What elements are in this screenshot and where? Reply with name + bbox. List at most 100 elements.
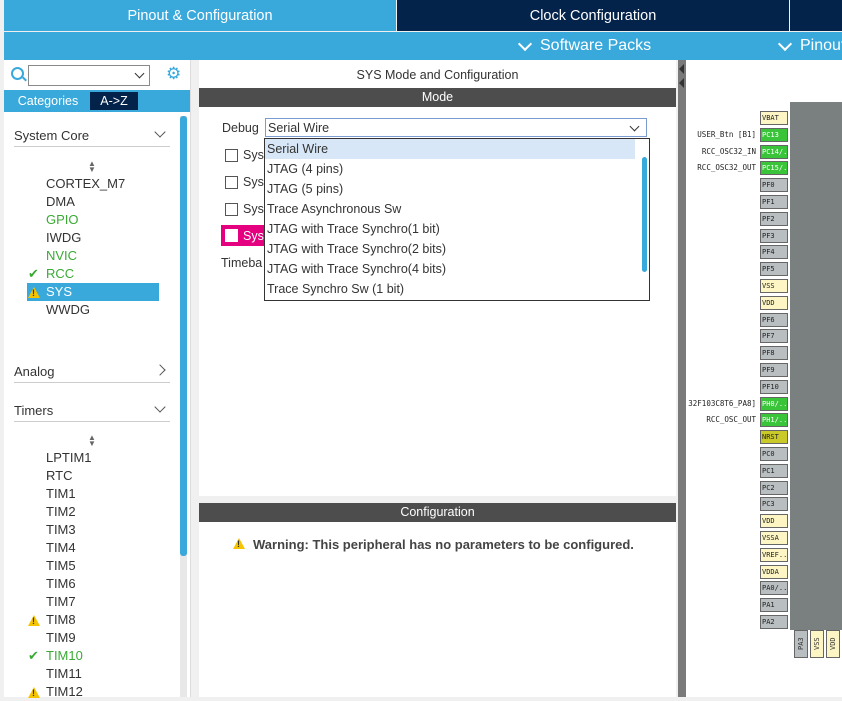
dropdown-option[interactable]: JTAG with Trace Synchro(1 bit) <box>265 219 635 239</box>
dropdown-scrollbar[interactable] <box>642 157 647 272</box>
pin[interactable]: PF0 <box>760 178 788 192</box>
dropdown-option[interactable]: Serial Wire <box>265 139 635 159</box>
search-input[interactable] <box>28 65 150 86</box>
debug-dropdown-list[interactable]: Serial Wire JTAG (4 pins) JTAG (5 pins) … <box>264 138 650 301</box>
pin[interactable]: PA1 <box>760 598 788 612</box>
pin[interactable]: PC2 <box>760 481 788 495</box>
pinout-menu[interactable]: Pinout <box>777 32 842 60</box>
pin[interactable]: VDD <box>760 514 788 528</box>
list-item-gpio[interactable]: GPIO <box>46 211 79 229</box>
pin-signal-label: 32F103C8T6_PA8] <box>688 399 756 408</box>
sort-icon[interactable]: ▲ ▼ <box>88 434 96 448</box>
section-analog[interactable]: Analog <box>14 360 170 383</box>
checkbox[interactable] <box>225 175 238 189</box>
sub-menu-bar: Software Packs Pinout <box>4 32 842 60</box>
pin[interactable]: PC15/.. <box>760 161 788 175</box>
pin[interactable]: PA3 <box>794 630 808 658</box>
list-item-tim10[interactable]: TIM10 <box>46 647 83 665</box>
dropdown-option[interactable]: Trace Synchro Sw (1 bit) <box>265 279 635 299</box>
pin[interactable]: VSS <box>760 279 788 293</box>
sys-checkbox-3[interactable]: Sys <box>225 200 264 218</box>
pin[interactable]: PC14/.. <box>760 145 788 159</box>
search-icon[interactable] <box>11 67 24 80</box>
pin[interactable]: VBAT <box>760 111 788 125</box>
list-item-nvic[interactable]: NVIC <box>46 247 77 265</box>
pin[interactable]: PC1 <box>760 464 788 478</box>
pin[interactable]: PF7 <box>760 329 788 343</box>
mcu-chip[interactable] <box>790 102 842 630</box>
list-item-dma[interactable]: DMA <box>46 193 75 211</box>
list-item-cortex-m7[interactable]: CORTEX_M7 <box>46 175 125 193</box>
list-item-tim8[interactable]: TIM8 <box>46 611 76 629</box>
pin[interactable]: PH0/.. <box>760 397 788 411</box>
collapse-left-icon[interactable] <box>679 78 684 88</box>
section-timers[interactable]: Timers <box>14 399 170 422</box>
pin[interactable]: VREF.. <box>760 548 788 562</box>
list-item-tim4[interactable]: TIM4 <box>46 539 76 557</box>
tab-pinout-configuration[interactable]: Pinout & Configuration <box>4 0 396 31</box>
pin[interactable]: NRST <box>760 430 788 444</box>
tab-categories[interactable]: Categories <box>8 92 88 110</box>
list-item-tim1[interactable]: TIM1 <box>46 485 76 503</box>
checkbox[interactable] <box>225 229 238 242</box>
list-item-wwdg[interactable]: WWDG <box>46 301 90 319</box>
chevron-down-icon[interactable] <box>134 68 145 79</box>
pin[interactable]: PF4 <box>760 245 788 259</box>
panel-splitter[interactable] <box>678 60 686 697</box>
gear-icon[interactable]: ⚙ <box>166 65 182 82</box>
dropdown-option[interactable]: JTAG with Trace Synchro(2 bits) <box>265 239 635 259</box>
chip-pinout-view[interactable]: VBAT PC13 USER_Btn [B1] PC14/.. RCC_OSC32_IN… <box>686 60 842 697</box>
pin[interactable]: PF10 <box>760 380 788 394</box>
list-item-tim11[interactable]: TIM11 <box>46 665 82 683</box>
pin[interactable]: PF1 <box>760 195 788 209</box>
scrollbar-thumb[interactable] <box>180 116 187 556</box>
list-item-tim2[interactable]: TIM2 <box>46 503 76 521</box>
pin[interactable]: VDD <box>826 630 840 658</box>
checkbox[interactable] <box>225 148 238 162</box>
sort-icon[interactable]: ▲ ▼ <box>88 160 96 174</box>
list-item-lptim1[interactable]: LPTIM1 <box>46 449 92 467</box>
dropdown-option[interactable]: JTAG (5 pins) <box>265 179 635 199</box>
pin[interactable]: PA2 <box>760 615 788 629</box>
pin[interactable]: PF5 <box>760 262 788 276</box>
pin[interactable]: PH1/.. <box>760 413 788 427</box>
pin[interactable]: VSSA <box>760 531 788 545</box>
pin[interactable]: PF6 <box>760 313 788 327</box>
list-item-sys[interactable]: SYS <box>27 283 159 301</box>
section-system-core[interactable]: System Core <box>14 124 170 147</box>
dropdown-option[interactable]: JTAG with Trace Synchro(4 bits) <box>265 259 635 279</box>
debug-select[interactable]: Serial Wire <box>265 118 647 137</box>
list-item-tim7[interactable]: TIM7 <box>46 593 76 611</box>
pin[interactable]: PC13 <box>760 128 788 142</box>
list-item-rtc[interactable]: RTC <box>46 467 72 485</box>
sys-checkbox-4-highlighted[interactable]: Sys <box>221 225 269 246</box>
dropdown-option[interactable]: Trace Asynchronous Sw <box>265 199 635 219</box>
software-packs-menu[interactable]: Software Packs <box>517 32 651 60</box>
tab-clock-configuration[interactable]: Clock Configuration <box>397 0 789 31</box>
list-item-tim6[interactable]: TIM6 <box>46 575 76 593</box>
pin[interactable]: PC0 <box>760 447 788 461</box>
pin[interactable]: VDDA <box>760 565 788 579</box>
pin[interactable]: PF8 <box>760 346 788 360</box>
pin[interactable]: PF9 <box>760 363 788 377</box>
pin[interactable]: PC3 <box>760 497 788 511</box>
sys-checkbox-2[interactable]: Sys <box>225 173 264 191</box>
pin[interactable]: VSS <box>810 630 824 658</box>
pin[interactable]: PF3 <box>760 229 788 243</box>
collapse-left-icon[interactable] <box>679 64 684 74</box>
list-item-tim5[interactable]: TIM5 <box>46 557 76 575</box>
tab-a-z[interactable]: A->Z <box>90 92 138 110</box>
pin[interactable]: VDD <box>760 296 788 310</box>
list-item-tim12[interactable]: TIM12 <box>46 683 83 701</box>
sys-checkbox-1[interactable]: Sys <box>225 146 264 164</box>
pin[interactable]: PA0/.. <box>760 581 788 595</box>
list-item-tim3[interactable]: TIM3 <box>46 521 76 539</box>
list-item-rcc[interactable]: RCC <box>46 265 74 283</box>
tab-overflow[interactable] <box>790 0 842 31</box>
dropdown-option[interactable]: JTAG (4 pins) <box>265 159 635 179</box>
checkbox[interactable] <box>225 202 238 216</box>
list-item-iwdg[interactable]: IWDG <box>46 229 81 247</box>
pin[interactable]: PF2 <box>760 212 788 226</box>
list-item-tim9[interactable]: TIM9 <box>46 629 76 647</box>
debug-label: Debug <box>222 121 259 135</box>
